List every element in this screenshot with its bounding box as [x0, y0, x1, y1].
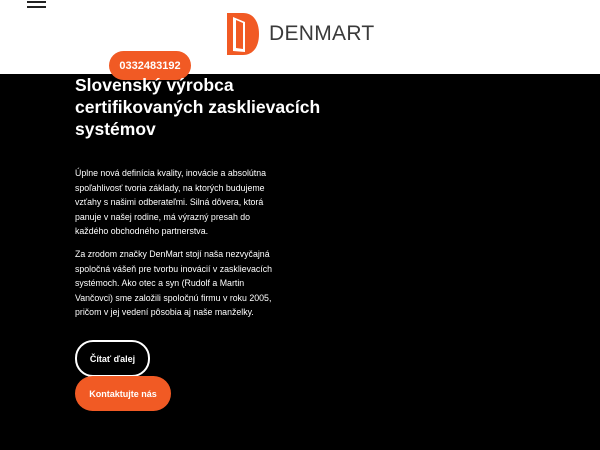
site-header: DENMART: [0, 0, 600, 74]
site-logo[interactable]: DENMART: [227, 13, 375, 55]
history-paragraph: Za zrodom značky DenMart stojí naša nezv…: [75, 249, 273, 318]
contact-button[interactable]: Kontaktujte nás: [75, 376, 171, 411]
menu-line: [27, 1, 46, 3]
menu-line: [27, 6, 46, 8]
read-more-button[interactable]: Čítať ďalej: [75, 340, 150, 377]
logo-text: DENMART: [269, 22, 375, 45]
hamburger-menu-icon[interactable]: [27, 0, 47, 12]
hero-headline: Slovenský výrobca certifikovaných zaskli…: [75, 75, 321, 139]
door-logo-icon: [227, 13, 259, 55]
intro-paragraph: Úplne nová definícia kvality, inovácie a…: [75, 168, 267, 237]
